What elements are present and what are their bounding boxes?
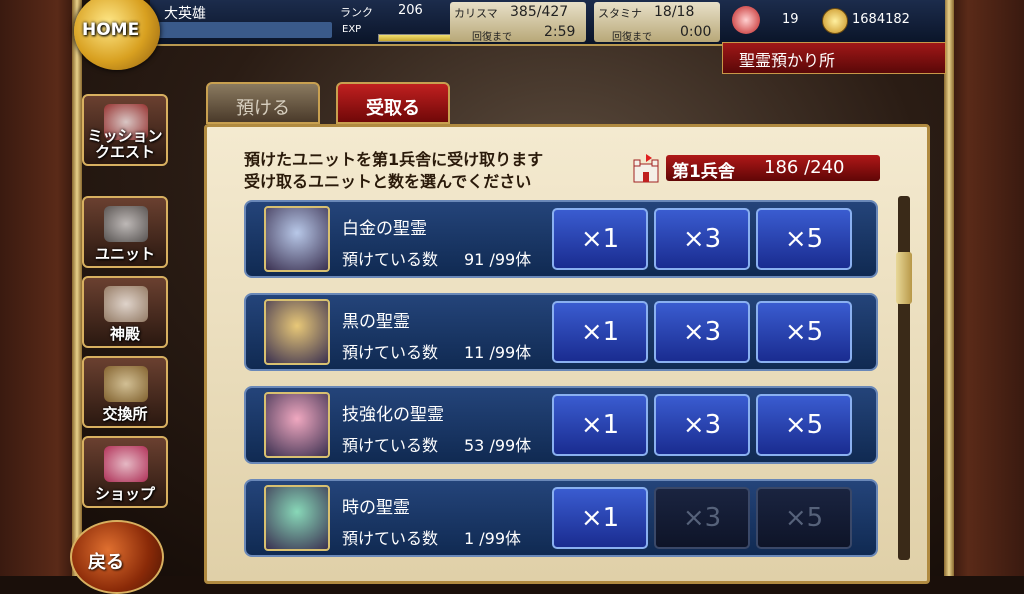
left-frame xyxy=(0,0,82,576)
name-plate xyxy=(154,22,332,38)
charisma-label: カリスマ xyxy=(454,7,498,20)
spirit-row: 白金の聖霊預けている数 91 /99体 ×1 ×3 ×5 xyxy=(244,200,878,278)
temple-icon xyxy=(104,286,148,322)
barracks-name: 第1兵舎 xyxy=(672,162,735,182)
location-title: 聖霊預かり所 xyxy=(722,42,946,74)
side-menu-label: ミッション クエスト xyxy=(87,127,163,161)
side-menu-label: ユニット xyxy=(94,245,155,263)
stamina-recover-label: 回復まで xyxy=(612,32,652,43)
side-menu-label: 交換所 xyxy=(102,405,148,423)
status-bar: 大英雄 ランク 206 EXP カリスマ 385/427 回復まで 2:59 ス… xyxy=(150,0,945,46)
receive-x5-button[interactable]: ×5 xyxy=(756,301,852,363)
unit-icon xyxy=(104,206,148,242)
spirit-portrait xyxy=(264,485,330,551)
exp-label: EXP xyxy=(342,24,362,35)
spirit-portrait xyxy=(264,299,330,365)
stamina-recover-time: 0:00 xyxy=(680,24,712,40)
tab-deposit-label: 預ける xyxy=(236,98,290,119)
charisma-box: カリスマ 385/427 回復まで 2:59 xyxy=(450,2,586,43)
back-button[interactable]: 戻る xyxy=(70,520,164,594)
instruction-line-2: 受け取るユニットと数を選んでください xyxy=(244,172,532,191)
side-menu-temple[interactable]: 神殿 xyxy=(82,276,168,348)
receive-x3-button[interactable]: ×3 xyxy=(654,394,750,456)
receive-x5-button[interactable]: ×5 xyxy=(756,394,852,456)
home-label: HOME xyxy=(82,20,140,40)
receive-x1-button[interactable]: ×1 xyxy=(552,487,648,549)
rank-label: ランク xyxy=(340,6,373,19)
held-count: 53 /99体 xyxy=(464,436,532,455)
receive-x5-button[interactable]: ×5 xyxy=(756,208,852,270)
spirit-row: 時の聖霊預けている数 1 /99体 ×1 ×3 ×5 xyxy=(244,479,878,557)
charisma-recover-time: 2:59 xyxy=(544,24,576,40)
receive-x3-button[interactable]: ×3 xyxy=(654,301,750,363)
gold-coin-icon xyxy=(822,8,848,34)
player-name: 大英雄 xyxy=(164,6,206,22)
held-label: 預けている数 xyxy=(342,343,439,362)
stamina-value: 18/18 xyxy=(654,4,695,20)
tab-receive[interactable]: 受取る xyxy=(336,82,450,124)
stamina-box: スタミナ 18/18 回復まで 0:00 xyxy=(594,2,720,43)
right-frame xyxy=(944,0,1024,576)
receive-x5-button: ×5 xyxy=(756,487,852,549)
side-menu-label: ショップ xyxy=(94,485,155,503)
charisma-value: 385/427 xyxy=(510,4,569,20)
side-menu-unit[interactable]: ユニット xyxy=(82,196,168,268)
held-count: 11 /99体 xyxy=(464,343,532,362)
spirit-portrait xyxy=(264,392,330,458)
shop-icon xyxy=(104,446,148,482)
spirit-portrait xyxy=(264,206,330,272)
barracks-capacity: 186 /240 xyxy=(764,157,845,178)
side-menu-mission-quest[interactable]: ミッション クエスト xyxy=(82,94,168,166)
receive-x1-button[interactable]: ×1 xyxy=(552,208,648,270)
spirit-name: 時の聖霊 xyxy=(342,498,410,518)
spirit-row: 黒の聖霊預けている数 11 /99体 ×1 ×3 ×5 xyxy=(244,293,878,371)
castle-icon xyxy=(630,152,662,184)
held-count: 1 /99体 xyxy=(464,529,522,548)
spirit-name: 白金の聖霊 xyxy=(342,219,427,239)
charisma-recover-label: 回復まで xyxy=(472,32,512,43)
gold-count: 1684182 xyxy=(852,12,910,27)
held-label: 預けている数 xyxy=(342,250,439,269)
scrollbar[interactable] xyxy=(896,196,912,560)
spirit-name: 技強化の聖霊 xyxy=(342,405,444,425)
instruction-line-1: 預けたユニットを第1兵舎に受け取ります xyxy=(244,150,544,169)
exchange-icon xyxy=(104,366,148,402)
held-label: 預けている数 xyxy=(342,436,439,455)
location-label: 聖霊預かり所 xyxy=(739,51,836,70)
exp-fill xyxy=(379,35,459,41)
rank-value: 206 xyxy=(398,3,423,18)
held-label: 預けている数 xyxy=(342,529,439,548)
crystal-icon xyxy=(732,6,760,34)
held-count: 91 /99体 xyxy=(464,250,532,269)
scrollbar-thumb[interactable] xyxy=(896,252,912,304)
spirit-name: 黒の聖霊 xyxy=(342,312,410,332)
crystal-count: 19 xyxy=(782,12,799,27)
back-label: 戻る xyxy=(88,552,124,573)
barracks-box: 第1兵舎 186 /240 xyxy=(666,155,880,182)
spirit-row: 技強化の聖霊 預けている数 53 /99体 ×1 ×3 ×5 xyxy=(244,386,878,464)
stamina-label: スタミナ xyxy=(598,7,642,20)
tab-deposit[interactable]: 預ける xyxy=(206,82,320,124)
receive-x3-button[interactable]: ×3 xyxy=(654,208,750,270)
receive-x3-button: ×3 xyxy=(654,487,750,549)
side-menu-label: 神殿 xyxy=(109,325,140,343)
barracks-indicator: 第1兵舎 186 /240 xyxy=(630,152,882,184)
side-menu-exchange[interactable]: 交換所 xyxy=(82,356,168,428)
tab-receive-label: 受取る xyxy=(366,98,420,119)
side-menu-shop[interactable]: ショップ xyxy=(82,436,168,508)
receive-x1-button[interactable]: ×1 xyxy=(552,301,648,363)
receive-x1-button[interactable]: ×1 xyxy=(552,394,648,456)
